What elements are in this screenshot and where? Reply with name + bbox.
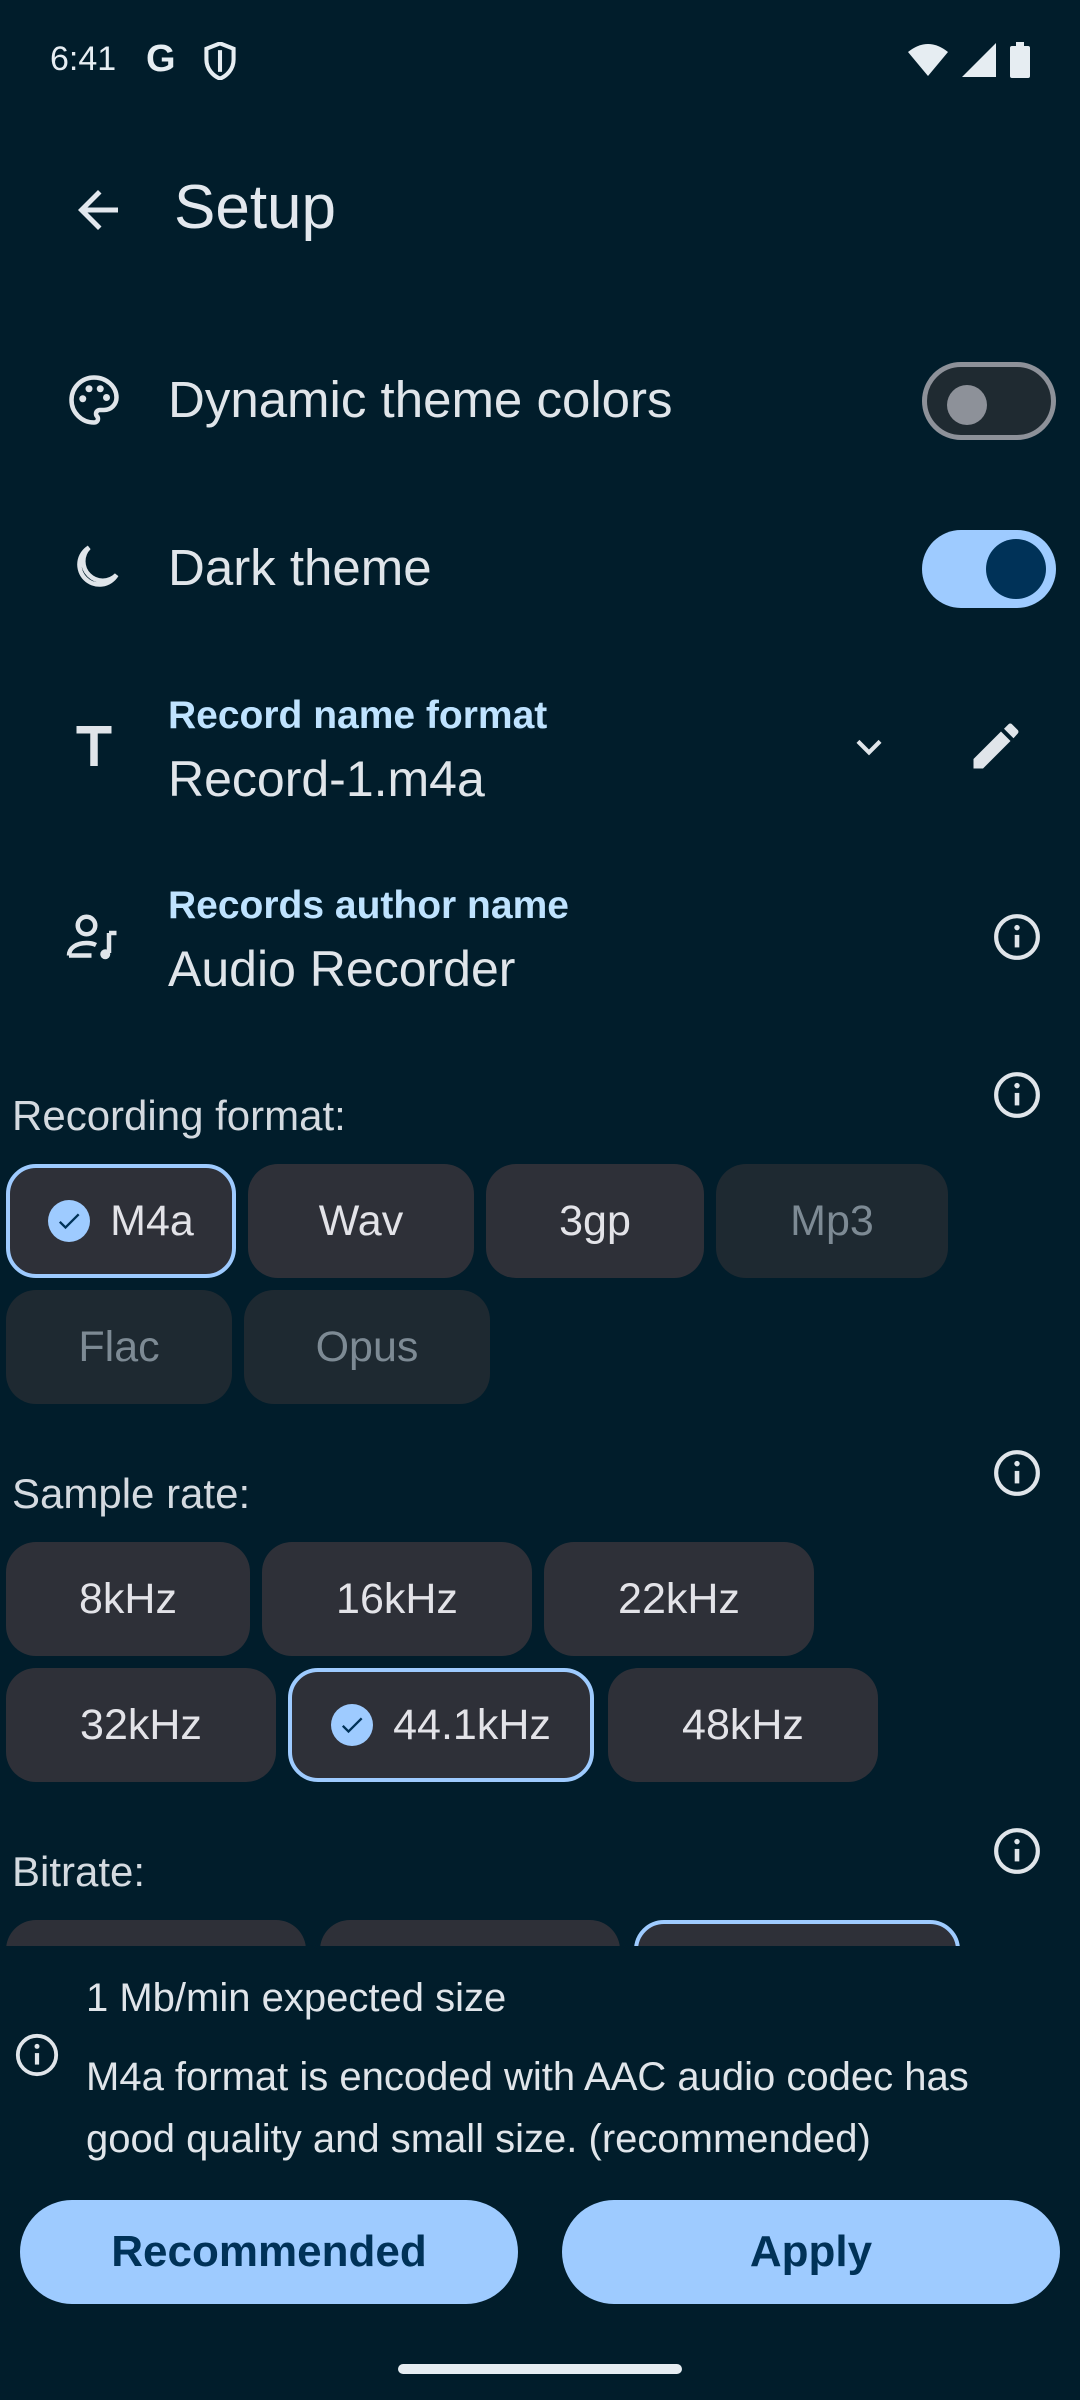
chip-format-m4a[interactable]: M4a <box>6 1164 236 1278</box>
format-description-text: M4a format is encoded with AAC audio cod… <box>86 2055 969 2161</box>
battery-icon <box>1010 42 1030 78</box>
text-format-icon <box>64 716 124 776</box>
wifi-icon <box>908 44 948 76</box>
chip-format-flac: Flac <box>6 1290 232 1404</box>
bitrate-info-icon[interactable] <box>992 1826 1042 1876</box>
author-name-heading: Records author name <box>168 884 569 927</box>
apply-button[interactable]: Apply <box>562 2200 1060 2304</box>
dropdown-button[interactable] <box>844 722 894 772</box>
dynamic-theme-label: Dynamic theme colors <box>168 371 673 428</box>
chip-label: 22kHz <box>618 1574 740 1623</box>
chip-rate-44khz[interactable]: 44.1kHz <box>288 1668 594 1782</box>
chip-format-opus: Opus <box>244 1290 490 1404</box>
arrow-back-icon <box>78 190 118 230</box>
dynamic-theme-switch[interactable] <box>922 362 1056 440</box>
chip-format-wav[interactable]: Wav <box>248 1164 474 1278</box>
dark-theme-switch[interactable] <box>922 530 1056 608</box>
check-icon <box>48 1200 91 1242</box>
chip-label: Flac <box>78 1322 160 1371</box>
chip-format-3gp[interactable]: 3gp <box>486 1164 704 1278</box>
chip-label: Mp3 <box>790 1196 874 1245</box>
pencil-icon <box>973 723 1019 769</box>
status-time: 6:41 <box>50 40 117 78</box>
sample-rate-label: Sample rate: <box>12 1470 251 1517</box>
palette-icon <box>64 370 124 430</box>
moon-icon <box>64 540 124 600</box>
chip-label: 3gp <box>559 1196 631 1245</box>
back-button[interactable] <box>68 180 128 240</box>
person-music-icon <box>64 908 124 968</box>
signal-icon <box>962 43 996 77</box>
chip-label: Wav <box>318 1196 404 1245</box>
chip-rate-22khz[interactable]: 22kHz <box>544 1542 814 1656</box>
switch-knob <box>986 539 1046 599</box>
chip-label: 44.1kHz <box>393 1700 551 1749</box>
author-info-icon[interactable] <box>992 912 1042 962</box>
home-indicator[interactable] <box>398 2364 682 2374</box>
chip-label: 8kHz <box>79 1574 177 1623</box>
google-icon: G <box>146 38 176 80</box>
check-icon <box>331 1704 374 1746</box>
chip-label: 48kHz <box>682 1700 804 1749</box>
edit-button[interactable] <box>966 716 1026 776</box>
expected-size-text: 1 Mb/min expected size <box>86 1976 507 2020</box>
recording-format-info-icon[interactable] <box>992 1070 1042 1120</box>
recording-format-label: Recording format: <box>12 1092 346 1139</box>
author-name-value: Audio Recorder <box>168 941 516 997</box>
record-name-format-value: Record-1.m4a <box>168 751 485 807</box>
bitrate-label: Bitrate: <box>12 1848 146 1895</box>
chip-label: Opus <box>315 1322 419 1371</box>
chip-rate-48khz[interactable]: 48kHz <box>608 1668 878 1782</box>
record-name-format-heading: Record name format <box>168 694 548 737</box>
chip-label: 32kHz <box>80 1700 202 1749</box>
chip-format-mp3: Mp3 <box>716 1164 948 1278</box>
sample-rate-info-icon[interactable] <box>992 1448 1042 1498</box>
chip-label: 16kHz <box>336 1574 458 1623</box>
chip-rate-8khz[interactable]: 8kHz <box>6 1542 250 1656</box>
switch-knob <box>947 385 987 425</box>
chip-rate-32khz[interactable]: 32kHz <box>6 1668 276 1782</box>
page-title: Setup <box>174 173 337 242</box>
info-panel-icon <box>14 2032 60 2078</box>
status-icons <box>908 42 1030 78</box>
recommended-button[interactable]: Recommended <box>20 2200 518 2304</box>
chip-rate-16khz[interactable]: 16kHz <box>262 1542 532 1656</box>
chip-label: M4a <box>110 1196 194 1245</box>
shield-icon <box>203 41 237 85</box>
chevron-down-icon <box>856 739 882 756</box>
dark-theme-label: Dark theme <box>168 539 432 596</box>
